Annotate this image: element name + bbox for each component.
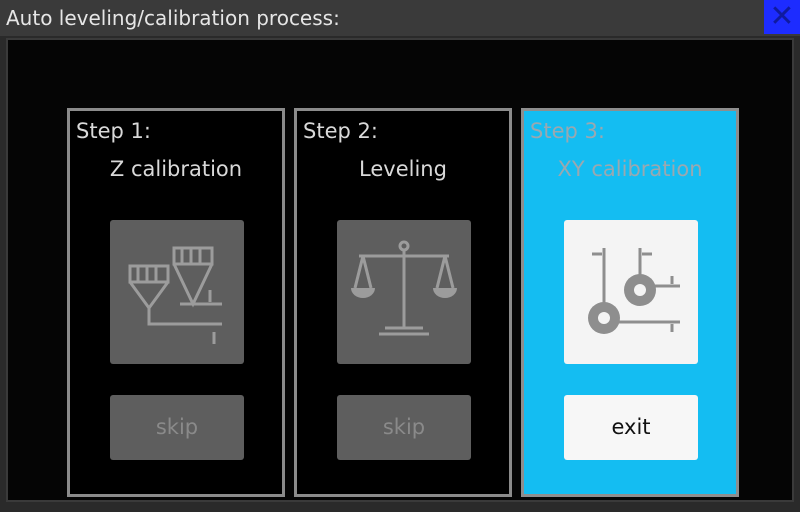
skip-button[interactable]: skip	[110, 395, 244, 460]
z-calibration-icon	[128, 246, 222, 344]
step-number-label: Step 2:	[303, 119, 378, 143]
step-title: Leveling	[359, 157, 447, 181]
skip-button[interactable]: skip	[337, 395, 471, 460]
close-icon: ✕	[769, 0, 795, 34]
step-panel-leveling: Step 2: Leveling skip	[294, 108, 512, 497]
balance-scale-icon	[351, 240, 457, 336]
leveling-icon-button[interactable]	[337, 220, 471, 364]
title-bar: Auto leveling/calibration process: ✕	[0, 0, 800, 36]
z-calibration-icon-button[interactable]	[110, 220, 244, 364]
step-panel-xy-calibration: Step 3: XY calibration exit	[521, 108, 739, 497]
step-number-label: Step 3:	[530, 119, 605, 143]
step-panel-z-calibration: Step 1: Z calibration skip	[67, 108, 285, 497]
step-title: XY calibration	[557, 157, 703, 181]
step-title: Z calibration	[109, 157, 243, 181]
xy-calibration-icon-button[interactable]	[564, 220, 698, 364]
calibration-dialog: Step 1: Z calibration skip Step 2: Level…	[6, 38, 794, 502]
close-button[interactable]: ✕	[764, 0, 800, 34]
exit-button[interactable]: exit	[564, 395, 698, 460]
window-title: Auto leveling/calibration process:	[6, 6, 340, 30]
xy-calibration-icon	[588, 248, 680, 334]
step-number-label: Step 1:	[76, 119, 151, 143]
